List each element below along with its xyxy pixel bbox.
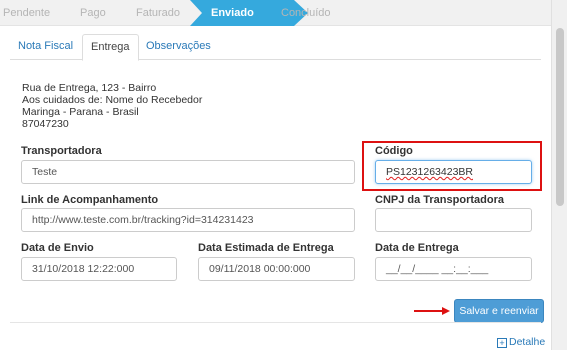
cnpj-input[interactable]: [375, 208, 532, 232]
order-status-steps: Pendente Pago Faturado Enviado Concluído: [0, 0, 551, 26]
scrollbar-thumb[interactable]: [556, 28, 564, 206]
address-line: Rua de Entrega, 123 - Bairro: [22, 82, 157, 94]
transportadora-input[interactable]: Teste: [21, 160, 355, 184]
detail-label: Detalhe: [509, 336, 546, 348]
tab-observacoes[interactable]: Observações: [138, 34, 219, 60]
transportadora-label: Transportadora: [21, 145, 102, 157]
scrollbar[interactable]: [551, 0, 567, 350]
detail-link[interactable]: + Detalhe: [497, 336, 545, 348]
tab-bar: Nota Fiscal Entrega Observações: [10, 34, 541, 61]
cnpj-label: CNPJ da Transportadora: [375, 194, 504, 206]
data-entrega-input[interactable]: __/__/____ __:__:___: [375, 257, 532, 281]
tab-entrega[interactable]: Entrega: [82, 34, 139, 61]
data-estimada-label: Data Estimada de Entrega: [198, 242, 334, 254]
step-concluido: Concluído: [281, 7, 331, 19]
codigo-highlight-box: [362, 141, 542, 191]
tab-nota-fiscal[interactable]: Nota Fiscal: [10, 34, 81, 60]
red-arrow-annotation: [414, 307, 450, 315]
step-pendente: Pendente: [3, 7, 51, 19]
link-input[interactable]: http://www.teste.com.br/tracking?id=3142…: [21, 208, 355, 232]
data-estimada-input[interactable]: 09/11/2018 00:00:000: [198, 257, 355, 281]
data-envio-input[interactable]: 31/10/2018 12:22:000: [21, 257, 177, 281]
address-line: Aos cuidados de: Nome do Recebedor: [22, 94, 203, 106]
step-faturado: Faturado: [136, 7, 181, 19]
step-pago: Pago: [80, 7, 106, 19]
address-line: 87047230: [22, 118, 69, 130]
plus-square-icon: +: [497, 338, 507, 348]
data-entrega-label: Data de Entrega: [375, 242, 459, 254]
address-line: Maringa - Parana - Brasil: [22, 106, 139, 118]
step-enviado: Enviado: [211, 7, 254, 19]
link-label: Link de Acompanhamento: [21, 194, 159, 206]
save-and-resend-button[interactable]: Salvar e reenviar: [454, 299, 544, 323]
divider: [10, 322, 541, 323]
data-envio-label: Data de Envio: [21, 242, 94, 254]
